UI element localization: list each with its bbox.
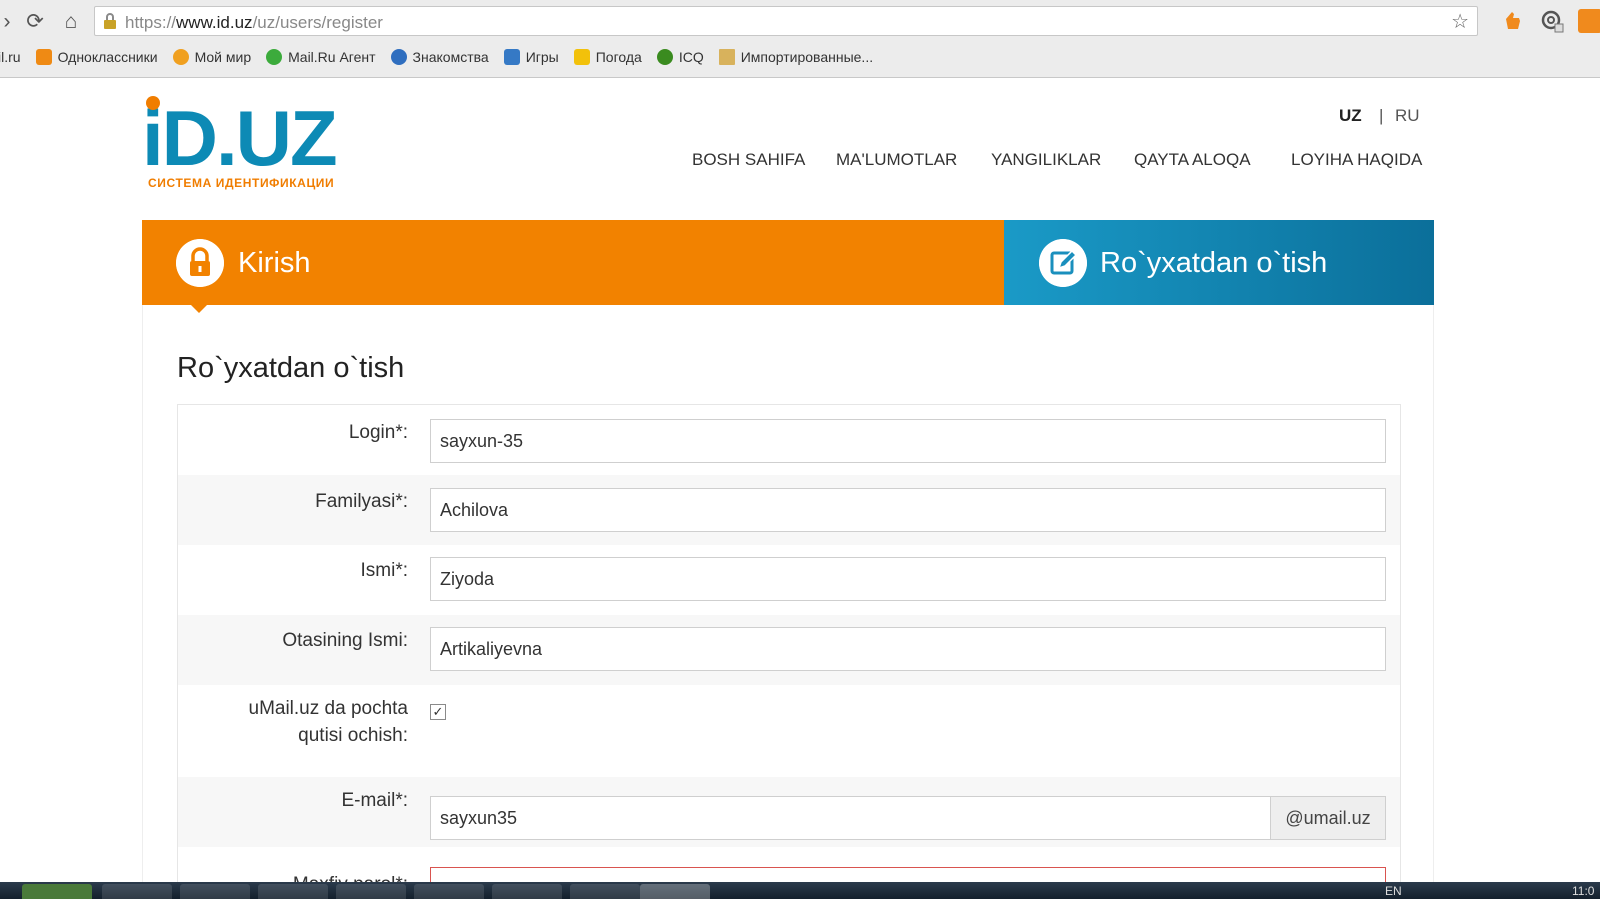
- bookmark-label: Mail.Ru Агент: [288, 49, 376, 65]
- tab-register-label: Ro`yxatdan o`tish: [1100, 247, 1328, 279]
- system-clock[interactable]: 11:0: [1572, 884, 1594, 898]
- logo-dot-icon: [146, 96, 160, 110]
- taskbar-app[interactable]: [336, 884, 406, 899]
- bookmark-item[interactable]: il.ru: [0, 49, 21, 65]
- forward-icon[interactable]: ›: [0, 9, 20, 35]
- taskbar-app[interactable]: [414, 884, 484, 899]
- lock-icon: [104, 13, 116, 29]
- mail-agent-icon[interactable]: [1540, 9, 1564, 33]
- site-logo[interactable]: iD.UZ СИСТЕМА ИДЕНТИФИКАЦИИ: [142, 94, 372, 194]
- icq-flower-icon: [656, 49, 673, 65]
- weather-icon: [573, 49, 590, 65]
- form-row-name: Ismi*: Ziyoda: [178, 545, 1400, 615]
- email-domain-suffix: @umail.uz: [1270, 796, 1386, 840]
- nav-bosh-sahifa[interactable]: BOSH SAHIFA: [692, 150, 805, 170]
- logo-subtitle: СИСТЕМА ИДЕНТИФИКАЦИИ: [148, 176, 335, 190]
- umail-checkbox[interactable]: ✓: [430, 704, 446, 720]
- patronymic-label: Otasining Ismi:: [282, 630, 408, 651]
- form-row-patronymic: Otasining Ismi: Artikaliyevna: [178, 615, 1400, 685]
- umail-label: uMail.uz da pochta qutisi ochish:: [249, 695, 409, 749]
- tab-register[interactable]: Ro`yxatdan o`tish: [1004, 220, 1434, 305]
- bookmark-label: Мой мир: [194, 49, 252, 65]
- registration-form: Login*: sayxun-35 Familyasi*: Achilova I…: [177, 404, 1401, 884]
- lang-ru-link[interactable]: RU: [1395, 106, 1420, 126]
- bookmark-label: il.ru: [0, 49, 21, 65]
- bookmarks-bar: il.ru Одноклассники Мой мир Mail.Ru Аген…: [0, 44, 888, 70]
- bookmark-item[interactable]: Мой мир: [172, 49, 252, 65]
- start-button[interactable]: [22, 884, 92, 899]
- url-text: https://www.id.uz/uz/users/register: [125, 13, 383, 32]
- bookmark-label: Игры: [525, 49, 559, 65]
- games-icon: [503, 49, 520, 65]
- taskbar-app[interactable]: [180, 884, 250, 899]
- form-row-password: Maxfiy parol*:: [178, 847, 1400, 884]
- form-row-surname: Familyasi*: Achilova: [178, 475, 1400, 545]
- folder-icon: [718, 49, 735, 65]
- umail-label-line1: uMail.uz da pochta: [248, 698, 409, 719]
- bookmark-label: ICQ: [678, 49, 704, 65]
- email-input[interactable]: sayxun35: [430, 796, 1271, 840]
- nav-malumotlar[interactable]: MA'LUMOTLAR: [836, 150, 957, 170]
- login-label: Login*:: [348, 422, 408, 443]
- login-input[interactable]: sayxun-35: [430, 419, 1386, 463]
- taskbar-app-explorer[interactable]: [102, 884, 172, 899]
- bookmark-item[interactable]: Погода: [573, 49, 642, 65]
- lock-icon: [176, 239, 224, 287]
- surname-label: Familyasi*:: [315, 491, 408, 512]
- nav-loyiha-haqida[interactable]: LOYIHA HAQIDA: [1291, 150, 1422, 170]
- taskbar-app-chrome[interactable]: [258, 884, 328, 899]
- os-taskbar: EN 11:0: [0, 882, 1600, 899]
- name-input[interactable]: Ziyoda: [430, 557, 1386, 601]
- bookmark-label: Одноклассники: [57, 49, 158, 65]
- form-row-email: E-mail*: sayxun35 @umail.uz: [178, 777, 1400, 847]
- home-icon[interactable]: ⌂: [58, 9, 84, 35]
- nav-qayta-aloqa[interactable]: QAYTA ALOQA: [1134, 150, 1251, 170]
- menu-icon[interactable]: [1578, 9, 1600, 33]
- surname-input[interactable]: Achilova: [430, 488, 1386, 532]
- browser-chrome: › ⟳ ⌂ https://www.id.uz/uz/users/registe…: [0, 0, 1600, 78]
- form-row-umail: uMail.uz da pochta qutisi ochish: ✓: [178, 685, 1400, 777]
- lang-uz-link[interactable]: UZ: [1339, 106, 1362, 126]
- taskbar-app-powerpoint[interactable]: [640, 884, 710, 899]
- name-label: Ismi*:: [360, 560, 409, 581]
- bookmark-item[interactable]: Одноклассники: [35, 49, 158, 65]
- logo-text: iD.UZ: [142, 94, 338, 182]
- edit-icon: [1039, 239, 1087, 287]
- email-label: E-mail*:: [341, 790, 408, 811]
- bookmark-label: Импортированные...: [740, 49, 874, 65]
- address-bar[interactable]: https://www.id.uz/uz/users/register ☆: [94, 6, 1478, 36]
- reload-icon[interactable]: ⟳: [22, 9, 48, 35]
- bookmark-item[interactable]: ICQ: [656, 49, 704, 65]
- lang-separator: |: [1379, 106, 1384, 125]
- tab-login-label: Kirish: [238, 247, 311, 279]
- mail-agent-bookmark-icon: [266, 49, 283, 65]
- bookmark-item[interactable]: Импортированные...: [718, 49, 874, 65]
- extension-icon[interactable]: [1500, 9, 1524, 33]
- input-language[interactable]: EN: [1385, 884, 1402, 898]
- form-row-login: Login*: sayxun-35: [178, 405, 1400, 475]
- page-title: Ro`yxatdan o`tish: [177, 352, 405, 384]
- bookmark-item[interactable]: Игры: [503, 49, 559, 65]
- bookmark-item[interactable]: Знакомства: [390, 49, 489, 65]
- tab-login[interactable]: Kirish: [142, 220, 1004, 305]
- moi-mir-icon: [172, 49, 189, 65]
- bookmark-label: Погода: [595, 49, 642, 65]
- at-sign-icon: [390, 49, 407, 65]
- taskbar-app-excel[interactable]: [492, 884, 562, 899]
- patronymic-input[interactable]: Artikaliyevna: [430, 627, 1386, 671]
- nav-yangiliklar[interactable]: YANGILIKLAR: [991, 150, 1101, 170]
- bookmark-item[interactable]: Mail.Ru Агент: [266, 49, 376, 65]
- bookmark-label: Знакомства: [412, 49, 489, 65]
- umail-label-line2: qutisi ochish:: [298, 725, 408, 746]
- taskbar-app-word[interactable]: [570, 884, 640, 899]
- bookmark-star-icon[interactable]: ☆: [1451, 9, 1469, 34]
- odnoklassniki-icon: [35, 49, 52, 65]
